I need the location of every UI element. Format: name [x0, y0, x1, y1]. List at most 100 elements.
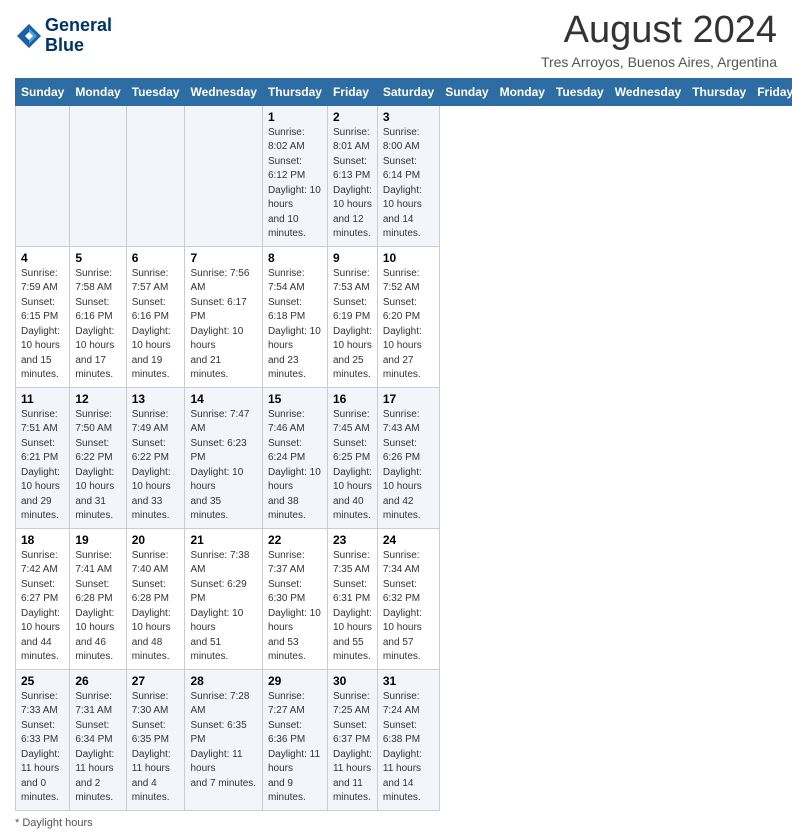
- calendar-cell: 2 Sunrise: 8:01 AM Sunset: 6:13 PM Daylig…: [327, 105, 377, 246]
- header-friday: Friday: [752, 78, 792, 105]
- day-info: Sunrise: 7:34 AM Sunset: 6:32 PM Dayligh…: [383, 549, 434, 665]
- day-number: 16: [333, 392, 372, 406]
- day-info: Sunrise: 7:40 AM Sunset: 6:28 PM Dayligh…: [132, 549, 180, 665]
- day-info: Sunrise: 7:51 AM Sunset: 6:21 PM Dayligh…: [21, 408, 64, 524]
- header-tuesday: Tuesday: [550, 78, 609, 105]
- calendar-cell: [16, 105, 70, 246]
- day-info: Sunrise: 7:30 AM Sunset: 6:35 PM Dayligh…: [132, 690, 180, 806]
- calendar-cell: 25 Sunrise: 7:33 AM Sunset: 6:33 PM Dayli…: [16, 669, 70, 810]
- day-number: 8: [268, 251, 322, 265]
- day-number: 20: [132, 533, 180, 547]
- day-number: 1: [268, 110, 322, 124]
- calendar-cell: [70, 105, 126, 246]
- header: General Blue August 2024 Tres Arroyos, B…: [15, 10, 777, 70]
- day-info: Sunrise: 7:31 AM Sunset: 6:34 PM Dayligh…: [75, 690, 120, 806]
- day-info: Sunrise: 7:33 AM Sunset: 6:33 PM Dayligh…: [21, 690, 64, 806]
- day-info: Sunrise: 7:37 AM Sunset: 6:30 PM Dayligh…: [268, 549, 322, 665]
- day-number: 21: [190, 533, 256, 547]
- header-sunday: Sunday: [440, 78, 494, 105]
- calendar-cell: 16 Sunrise: 7:45 AM Sunset: 6:25 PM Dayli…: [327, 387, 377, 528]
- calendar-cell: 14 Sunrise: 7:47 AM Sunset: 6:23 PM Dayli…: [185, 387, 262, 528]
- calendar-cell: 29Sunrise: 7:27 AM Sunset: 6:36 PM Dayli…: [262, 669, 327, 810]
- calendar-cell: 7 Sunrise: 7:56 AM Sunset: 6:17 PM Daylig…: [185, 246, 262, 387]
- day-info: Sunrise: 7:47 AM Sunset: 6:23 PM Dayligh…: [190, 408, 256, 524]
- day-info: Sunrise: 7:58 AM Sunset: 6:16 PM Dayligh…: [75, 267, 120, 383]
- calendar-table: SundayMondayTuesdayWednesdayThursdayFrid…: [15, 78, 792, 811]
- day-number: 13: [132, 392, 180, 406]
- calendar-cell: [126, 105, 185, 246]
- header-day-sunday: Sunday: [16, 78, 70, 105]
- day-info: Sunrise: 7:59 AM Sunset: 6:15 PM Dayligh…: [21, 267, 64, 383]
- day-number: 15: [268, 392, 322, 406]
- day-info: Sunrise: 7:50 AM Sunset: 6:22 PM Dayligh…: [75, 408, 120, 524]
- calendar-cell: 20 Sunrise: 7:40 AM Sunset: 6:28 PM Dayli…: [126, 528, 185, 669]
- day-info: Sunrise: 7:52 AM Sunset: 6:20 PM Dayligh…: [383, 267, 434, 383]
- day-info: Sunrise: 7:43 AM Sunset: 6:26 PM Dayligh…: [383, 408, 434, 524]
- day-info: Sunrise: 7:41 AM Sunset: 6:28 PM Dayligh…: [75, 549, 120, 665]
- day-number: 3: [383, 110, 434, 124]
- header-day-monday: Monday: [70, 78, 126, 105]
- day-info: Sunrise: 7:54 AM Sunset: 6:18 PM Dayligh…: [268, 267, 322, 383]
- day-info: Sunrise: 7:57 AM Sunset: 6:16 PM Dayligh…: [132, 267, 180, 383]
- day-info: Sunrise: 7:56 AM Sunset: 6:17 PM Dayligh…: [190, 267, 256, 383]
- calendar-cell: 26Sunrise: 7:31 AM Sunset: 6:34 PM Dayli…: [70, 669, 126, 810]
- calendar-cell: 3 Sunrise: 8:00 AM Sunset: 6:14 PM Daylig…: [377, 105, 439, 246]
- day-info: Sunrise: 8:00 AM Sunset: 6:14 PM Dayligh…: [383, 126, 434, 242]
- day-info: Sunrise: 7:46 AM Sunset: 6:24 PM Dayligh…: [268, 408, 322, 524]
- day-number: 23: [333, 533, 372, 547]
- calendar-week-1: 1 Sunrise: 8:02 AM Sunset: 6:12 PM Daylig…: [16, 105, 792, 246]
- header-monday: Monday: [494, 78, 550, 105]
- day-number: 25: [21, 674, 64, 688]
- calendar-cell: 24Sunrise: 7:34 AM Sunset: 6:32 PM Dayli…: [377, 528, 439, 669]
- day-info: Sunrise: 8:02 AM Sunset: 6:12 PM Dayligh…: [268, 126, 322, 242]
- calendar-cell: 13Sunrise: 7:49 AM Sunset: 6:22 PM Dayli…: [126, 387, 185, 528]
- day-number: 27: [132, 674, 180, 688]
- footer-note: * Daylight hours: [15, 817, 777, 829]
- title-area: August 2024 Tres Arroyos, Buenos Aires, …: [541, 10, 777, 70]
- day-number: 18: [21, 533, 64, 547]
- calendar-cell: 6 Sunrise: 7:57 AM Sunset: 6:16 PM Daylig…: [126, 246, 185, 387]
- day-info: Sunrise: 7:38 AM Sunset: 6:29 PM Dayligh…: [190, 549, 256, 665]
- header-wednesday: Wednesday: [609, 78, 686, 105]
- day-number: 17: [383, 392, 434, 406]
- calendar-cell: 30Sunrise: 7:25 AM Sunset: 6:37 PM Dayli…: [327, 669, 377, 810]
- day-info: Sunrise: 7:24 AM Sunset: 6:38 PM Dayligh…: [383, 690, 434, 806]
- calendar-cell: 19Sunrise: 7:41 AM Sunset: 6:28 PM Dayli…: [70, 528, 126, 669]
- calendar-cell: 22 Sunrise: 7:37 AM Sunset: 6:30 PM Dayli…: [262, 528, 327, 669]
- location-title: Tres Arroyos, Buenos Aires, Argentina: [541, 54, 777, 70]
- day-info: Sunrise: 8:01 AM Sunset: 6:13 PM Dayligh…: [333, 126, 372, 242]
- calendar-cell: 18Sunrise: 7:42 AM Sunset: 6:27 PM Dayli…: [16, 528, 70, 669]
- day-number: 7: [190, 251, 256, 265]
- logo: General Blue: [15, 16, 112, 56]
- calendar-week-3: 11Sunrise: 7:51 AM Sunset: 6:21 PM Dayli…: [16, 387, 792, 528]
- header-thursday: Thursday: [687, 78, 752, 105]
- month-title: August 2024: [541, 10, 777, 52]
- day-number: 12: [75, 392, 120, 406]
- calendar-week-2: 4 Sunrise: 7:59 AM Sunset: 6:15 PM Daylig…: [16, 246, 792, 387]
- header-day-thursday: Thursday: [262, 78, 327, 105]
- header-day-saturday: Saturday: [377, 78, 439, 105]
- calendar-cell: 11Sunrise: 7:51 AM Sunset: 6:21 PM Dayli…: [16, 387, 70, 528]
- day-info: Sunrise: 7:28 AM Sunset: 6:35 PM Dayligh…: [190, 690, 256, 792]
- day-number: 5: [75, 251, 120, 265]
- day-info: Sunrise: 7:35 AM Sunset: 6:31 PM Dayligh…: [333, 549, 372, 665]
- logo-text: General Blue: [45, 16, 112, 56]
- day-number: 9: [333, 251, 372, 265]
- day-number: 6: [132, 251, 180, 265]
- day-number: 10: [383, 251, 434, 265]
- calendar-cell: 12 Sunrise: 7:50 AM Sunset: 6:22 PM Dayli…: [70, 387, 126, 528]
- logo-icon: [15, 22, 43, 50]
- day-number: 4: [21, 251, 64, 265]
- day-info: Sunrise: 7:53 AM Sunset: 6:19 PM Dayligh…: [333, 267, 372, 383]
- day-number: 14: [190, 392, 256, 406]
- header-day-friday: Friday: [327, 78, 377, 105]
- day-number: 29: [268, 674, 322, 688]
- day-number: 2: [333, 110, 372, 124]
- calendar-cell: 1 Sunrise: 8:02 AM Sunset: 6:12 PM Daylig…: [262, 105, 327, 246]
- calendar-cell: 23 Sunrise: 7:35 AM Sunset: 6:31 PM Dayli…: [327, 528, 377, 669]
- day-info: Sunrise: 7:45 AM Sunset: 6:25 PM Dayligh…: [333, 408, 372, 524]
- day-number: 22: [268, 533, 322, 547]
- day-number: 28: [190, 674, 256, 688]
- calendar-week-4: 18Sunrise: 7:42 AM Sunset: 6:27 PM Dayli…: [16, 528, 792, 669]
- calendar-week-5: 25 Sunrise: 7:33 AM Sunset: 6:33 PM Dayli…: [16, 669, 792, 810]
